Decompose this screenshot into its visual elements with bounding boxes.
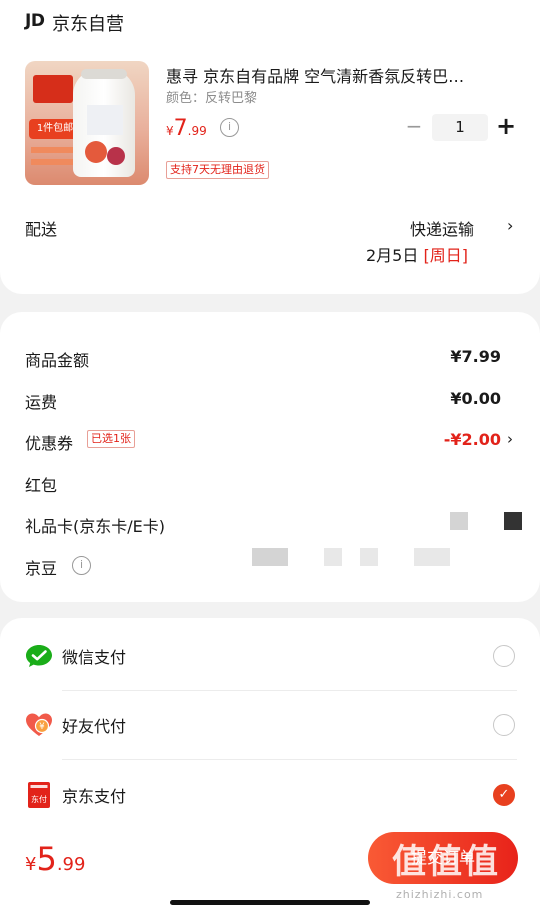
quantity-decrease-button[interactable]: − bbox=[405, 116, 423, 137]
total-decimal: .99 bbox=[56, 854, 86, 875]
product-bottle-cap bbox=[81, 69, 127, 79]
jdbean-label[interactable]: 京豆 bbox=[25, 555, 57, 579]
product-title[interactable]: 惠寻 京东自有品牌 空气清新香氛反转巴… bbox=[166, 63, 506, 87]
shipping-method[interactable]: 快递运输 bbox=[410, 216, 474, 240]
thumb-promo-banner bbox=[33, 75, 73, 103]
fruit-decoration bbox=[107, 147, 125, 165]
freight-label: 运费 bbox=[25, 393, 58, 412]
goods-amount-value: ¥7.99 bbox=[450, 347, 501, 366]
watermark-url: zhizhizhi.com bbox=[396, 888, 484, 901]
coupon-value[interactable]: -¥2.00 bbox=[444, 430, 501, 449]
jdbean-info-icon[interactable]: i bbox=[72, 556, 91, 575]
blurred-value bbox=[324, 548, 342, 566]
shipping-chevron-icon[interactable]: › bbox=[507, 216, 513, 235]
wechat-pay-label: 微信支付 bbox=[62, 648, 127, 667]
price-symbol: ¥ bbox=[166, 124, 174, 138]
blurred-value bbox=[414, 548, 450, 566]
checkout-bar: ¥5.99 提交订单 值值值 zhizhizhi.com bbox=[0, 824, 540, 914]
product-thumbnail[interactable]: 1件包邮 bbox=[25, 61, 149, 185]
thumb-promo-line bbox=[31, 147, 75, 153]
price-integer: 7 bbox=[173, 116, 188, 141]
store-name[interactable]: 京东自营 bbox=[52, 10, 124, 36]
shipping-date-value: 2月5日 bbox=[366, 246, 419, 265]
friend-pay-radio[interactable] bbox=[493, 714, 515, 736]
jd-pay-icon: 东付 bbox=[28, 782, 50, 808]
total-integer: 5 bbox=[36, 840, 57, 878]
shipping-weekday: [周日] bbox=[423, 246, 468, 265]
jd-pay-label: 京东支付 bbox=[62, 787, 127, 806]
blurred-value bbox=[504, 512, 522, 530]
blurred-value bbox=[360, 548, 378, 566]
coupon-label: 优惠券 bbox=[25, 434, 74, 453]
watermark-logo: 值值值 bbox=[392, 842, 500, 882]
friend-pay-label: 好友代付 bbox=[62, 717, 127, 736]
payment-option-jdpay[interactable]: 东付 京东支付 ✓ bbox=[0, 761, 540, 827]
home-indicator[interactable] bbox=[170, 900, 370, 905]
divider bbox=[62, 759, 517, 760]
fruit-decoration bbox=[85, 141, 107, 163]
price-decimal: .99 bbox=[187, 124, 207, 138]
product-price: ¥7.99 bbox=[166, 116, 207, 141]
jd-pay-icon-text: 东付 bbox=[31, 794, 47, 804]
friend-pay-heart-icon: ¥ bbox=[26, 713, 52, 736]
payment-option-friend[interactable]: ¥ 好友代付 bbox=[0, 691, 540, 757]
shipping-date[interactable]: 2月5日 [周日] bbox=[366, 242, 468, 266]
jd-logo: JD bbox=[25, 11, 45, 31]
payment-methods-card: 微信支付 ¥ 好友代付 东付 京东支付 ✓ bbox=[0, 618, 540, 824]
payment-option-wechat[interactable]: 微信支付 bbox=[0, 622, 540, 688]
giftcard-label[interactable]: 礼品卡(京东卡/E卡) bbox=[25, 513, 165, 537]
freight-value: ¥0.00 bbox=[450, 389, 501, 408]
friend-pay-icon-glyph: ¥ bbox=[39, 722, 45, 732]
coupon-chevron-icon[interactable]: › bbox=[507, 430, 513, 448]
redpacket-label[interactable]: 红包 bbox=[25, 472, 57, 496]
return-policy-tag: 支持7天无理由退货 bbox=[166, 161, 269, 179]
product-spec: 颜色：反转巴黎 bbox=[166, 91, 258, 106]
order-item-card: JD 京东自营 1件包邮 惠寻 京东自有品牌 空气清新香氛反转巴… 颜色：反转巴… bbox=[0, 0, 540, 294]
total-symbol: ¥ bbox=[25, 854, 37, 875]
wechat-pay-radio[interactable] bbox=[493, 645, 515, 667]
thumb-promo-line bbox=[31, 159, 75, 165]
coupon-selected-tag: 已选1张 bbox=[87, 430, 135, 448]
shipping-label: 配送 bbox=[25, 220, 58, 239]
blurred-value bbox=[450, 512, 468, 530]
wechat-pay-icon bbox=[26, 645, 52, 667]
jd-pay-radio-selected[interactable]: ✓ bbox=[493, 784, 515, 806]
quantity-increase-button[interactable]: + bbox=[496, 114, 516, 139]
product-label-image bbox=[87, 105, 123, 135]
goods-amount-label: 商品金额 bbox=[25, 351, 90, 370]
order-total: ¥5.99 bbox=[25, 840, 85, 878]
blurred-value bbox=[252, 548, 288, 566]
quantity-input[interactable]: 1 bbox=[432, 114, 488, 141]
price-info-icon[interactable]: i bbox=[220, 118, 239, 137]
